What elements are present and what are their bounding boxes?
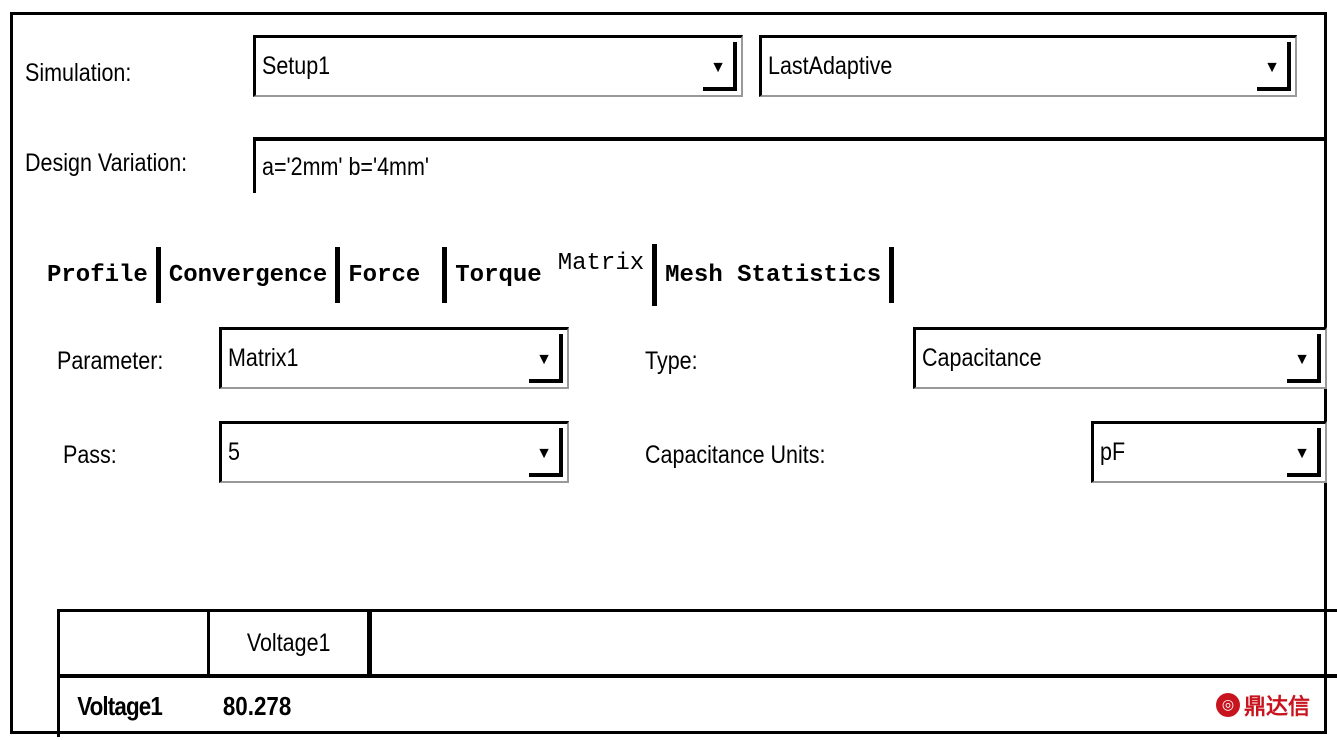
parameter-label: Parameter: bbox=[57, 347, 164, 375]
design-variation-label: Design Variation: bbox=[25, 149, 188, 177]
grid-corner-cell bbox=[60, 612, 210, 674]
parameter-combo[interactable]: Matrix1 ▼ bbox=[219, 327, 569, 389]
tab-mesh-statistics[interactable]: Mesh Statistics bbox=[657, 247, 895, 303]
capacitance-units-value: pF bbox=[1100, 438, 1126, 466]
logo-icon: ◎ bbox=[1215, 693, 1240, 717]
chevron-down-icon: ▼ bbox=[1294, 444, 1310, 462]
capacitance-units-dropdown-button[interactable]: ▼ bbox=[1287, 428, 1321, 477]
chevron-down-icon: ▼ bbox=[1294, 350, 1310, 368]
type-combo[interactable]: Capacitance ▼ bbox=[913, 327, 1327, 389]
setup-dropdown-button[interactable]: ▼ bbox=[703, 42, 737, 91]
solution-value: LastAdaptive bbox=[768, 52, 893, 80]
pass-combo[interactable]: 5 ▼ bbox=[219, 421, 569, 483]
simulation-label: Simulation: bbox=[25, 59, 132, 87]
solution-combo[interactable]: LastAdaptive ▼ bbox=[759, 35, 1297, 97]
chevron-down-icon: ▼ bbox=[710, 58, 726, 76]
tab-torque[interactable]: Torque bbox=[447, 247, 549, 303]
parameter-value: Matrix1 bbox=[228, 344, 299, 372]
pass-label: Pass: bbox=[63, 441, 117, 469]
type-dropdown-button[interactable]: ▼ bbox=[1287, 334, 1321, 383]
pass-dropdown-button[interactable]: ▼ bbox=[529, 428, 563, 477]
result-tabs: Profile Convergence Force Torque Matrix … bbox=[39, 244, 895, 306]
tab-force[interactable]: Force bbox=[340, 247, 448, 303]
setup-combo[interactable]: Setup1 ▼ bbox=[253, 35, 743, 97]
window-frame: Simulation: Setup1 ▼ LastAdaptive ▼ Desi… bbox=[10, 12, 1337, 737]
capacitance-units-label: Capacitance Units: bbox=[645, 441, 826, 469]
matrix-cell-value: 80.278 bbox=[222, 690, 292, 721]
chevron-down-icon: ▼ bbox=[536, 444, 552, 462]
column-header-voltage1[interactable]: Voltage1 bbox=[210, 612, 372, 674]
grid-header-row: Voltage1 bbox=[60, 612, 1337, 678]
design-variation-field[interactable]: a='2mm' b='4mm' bbox=[253, 137, 1327, 193]
setup-value: Setup1 bbox=[262, 52, 331, 80]
table-row: Voltage1 80.278 bbox=[60, 678, 1337, 734]
solution-dropdown-button[interactable]: ▼ bbox=[1257, 42, 1291, 91]
chevron-down-icon: ▼ bbox=[1264, 58, 1280, 76]
tab-convergence[interactable]: Convergence bbox=[161, 247, 341, 303]
chevron-down-icon: ▼ bbox=[536, 350, 552, 368]
row-header-voltage1: Voltage1 bbox=[77, 690, 163, 721]
parameter-dropdown-button[interactable]: ▼ bbox=[529, 334, 563, 383]
pass-value: 5 bbox=[228, 438, 240, 466]
capacitance-units-combo[interactable]: pF ▼ bbox=[1091, 421, 1327, 483]
type-value: Capacitance bbox=[922, 344, 1042, 372]
tab-matrix[interactable]: Matrix bbox=[550, 244, 658, 306]
type-label: Type: bbox=[645, 347, 698, 375]
watermark-text: 鼎达信 bbox=[1243, 695, 1310, 720]
design-variation-value: a='2mm' b='4mm' bbox=[262, 152, 429, 181]
tab-profile[interactable]: Profile bbox=[39, 247, 161, 303]
matrix-grid: Voltage1 Voltage1 80.278 bbox=[57, 609, 1337, 737]
watermark-logo: ◎ 鼎达信 bbox=[1215, 689, 1310, 721]
